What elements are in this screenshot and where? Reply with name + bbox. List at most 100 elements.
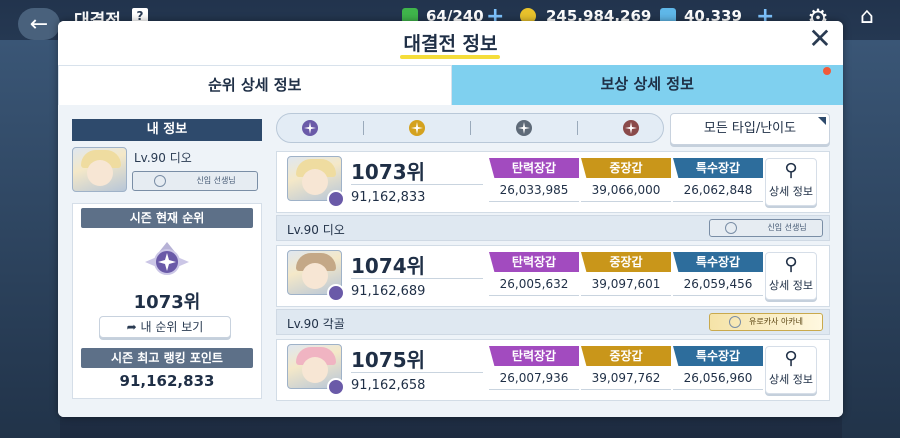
stat-value: 26,062,848 [673, 178, 763, 202]
tab-content: 내 정보 Lv.90 디오 신입 선생님 시즌 현재 순위 1073위 ➦ 내 … [58, 105, 843, 417]
rank-value: 1075위 [351, 348, 426, 372]
detail-button[interactable]: ⚲ 상세 정보 [765, 346, 817, 394]
view-my-rank-button[interactable]: ➦ 내 순위 보기 [99, 316, 231, 338]
search-icon: ⚲ [784, 348, 798, 369]
divider [469, 121, 471, 135]
stat-heavy: 중장갑 39,066,000 [581, 158, 671, 202]
player-level-name: Lv.90 디오 [287, 223, 345, 237]
season-rank-value: 1073위 [133, 292, 201, 313]
rank-emblem-icon [327, 378, 345, 396]
divider [351, 184, 483, 185]
tier-silver-icon[interactable] [512, 116, 536, 140]
back-button[interactable]: ← [18, 8, 60, 40]
stat-elastic: 탄력장갑 26,007,936 [489, 346, 579, 390]
detail-label: 상세 정보 [769, 185, 813, 198]
stat-special: 특수장갑 26,062,848 [673, 158, 763, 202]
season-rank-header: 시즌 현재 순위 [81, 208, 253, 228]
stat-value: 26,007,936 [489, 366, 579, 390]
badge-label: 신입 선생님 [767, 223, 807, 232]
my-level-name: Lv.90 디오 [134, 151, 192, 165]
best-points-header: 시즌 최고 랭킹 포인트 [81, 348, 253, 368]
rank-card: 1073위 91,162,833 탄력장갑 26,033,985 중장갑 39,06… [276, 151, 830, 213]
player-row: Lv.90 각골 유로카사 아카네 [276, 309, 830, 335]
emblem-icon [725, 221, 738, 234]
title-underline [400, 55, 500, 59]
badge-label: 신입 선생님 [196, 176, 236, 185]
stat-value: 26,056,960 [673, 366, 763, 390]
rank-emblem-icon [327, 190, 345, 208]
avatar [72, 147, 127, 192]
badge-label: 유로카사 아카네 [748, 317, 804, 326]
stat-elastic: 탄력장갑 26,005,632 [489, 252, 579, 296]
modal-header: 대결전 정보 ✕ [58, 21, 843, 65]
emblem-icon [154, 174, 167, 187]
rank-emblem-icon [145, 242, 189, 275]
stat-elastic: 탄력장갑 26,033,985 [489, 158, 579, 202]
arrow-left-icon: ← [29, 11, 49, 37]
title-badge: 신입 선생님 [132, 171, 258, 191]
stat-label: 탄력장갑 [489, 252, 579, 272]
share-arrow-icon: ➦ [126, 320, 137, 334]
battle-info-modal: 대결전 정보 ✕ 순위 상세 정보 보상 상세 정보 내 정보 Lv.90 디오… [58, 21, 843, 417]
my-profile-row: Lv.90 디오 신입 선생님 [72, 141, 262, 197]
points-value: 91,162,689 [351, 284, 426, 299]
stat-heavy: 중장갑 39,097,601 [581, 252, 671, 296]
my-info-header: 내 정보 [72, 119, 262, 141]
list-item: 1075위 91,162,658 탄력장갑 26,007,936 중장갑 39,09… [276, 339, 830, 417]
stat-label: 특수장갑 [673, 346, 763, 366]
points-value: 91,162,833 [351, 190, 426, 205]
close-icon: ✕ [808, 22, 832, 55]
divider [351, 278, 483, 279]
stat-value: 26,033,985 [489, 178, 579, 202]
best-points-value: 91,162,833 [119, 372, 215, 390]
detail-button[interactable]: ⚲ 상세 정보 [765, 252, 817, 300]
home-icon[interactable]: ⌂ [852, 4, 882, 32]
stat-label: 중장갑 [581, 252, 671, 272]
stat-special: 특수장갑 26,059,456 [673, 252, 763, 296]
modal-tabs: 순위 상세 정보 보상 상세 정보 [58, 65, 843, 105]
stat-label: 특수장갑 [673, 158, 763, 178]
ranking-list[interactable]: 1073위 91,162,833 탄력장갑 26,033,985 중장갑 39,06… [276, 151, 830, 417]
my-info-panel: 내 정보 Lv.90 디오 신입 선생님 시즌 현재 순위 1073위 ➦ 내 … [72, 119, 262, 399]
stat-value: 39,066,000 [581, 178, 671, 202]
view-my-rank-label: 내 순위 보기 [140, 320, 204, 334]
background-panel-left [0, 40, 60, 438]
close-button[interactable]: ✕ [807, 25, 833, 53]
background-panel-right [842, 40, 900, 438]
tab-reward-detail[interactable]: 보상 상세 정보 [451, 65, 843, 105]
stat-label: 중장갑 [581, 158, 671, 178]
stat-label: 탄력장갑 [489, 158, 579, 178]
rank-value: 1074위 [351, 254, 426, 278]
tier-purple-icon[interactable] [298, 116, 322, 140]
divider [351, 372, 483, 373]
stat-label: 특수장갑 [673, 252, 763, 272]
stat-value: 26,005,632 [489, 272, 579, 296]
search-icon: ⚲ [784, 160, 798, 181]
player-level-name: Lv.90 각골 [287, 317, 345, 331]
rank-card: 1074위 91,162,689 탄력장갑 26,005,632 중장갑 39,09… [276, 245, 830, 307]
dropdown-label: 모든 타입/난이도 [703, 121, 797, 136]
divider [576, 121, 578, 135]
tier-gold-icon[interactable] [405, 116, 429, 140]
stat-heavy: 중장갑 39,097,762 [581, 346, 671, 390]
detail-button[interactable]: ⚲ 상세 정보 [765, 158, 817, 206]
stat-value: 39,097,601 [581, 272, 671, 296]
dropdown-corner-icon [818, 117, 826, 125]
tier-bronze-icon[interactable] [619, 116, 643, 140]
title-badge: 신입 선생님 [709, 219, 823, 237]
stat-label: 탄력장갑 [489, 346, 579, 366]
player-row: Lv.90 디오 신입 선생님 [276, 215, 830, 241]
detail-label: 상세 정보 [769, 373, 813, 386]
detail-label: 상세 정보 [769, 279, 813, 292]
type-difficulty-dropdown[interactable]: 모든 타입/난이도 [670, 113, 830, 145]
rank-emblem-icon [327, 284, 345, 302]
tab-rank-detail[interactable]: 순위 상세 정보 [58, 65, 452, 105]
list-item: 1073위 91,162,833 탄력장갑 26,033,985 중장갑 39,06… [276, 151, 830, 243]
season-rank-box: 시즌 현재 순위 1073위 ➦ 내 순위 보기 시즌 최고 랭킹 포인트 91… [72, 203, 262, 399]
list-item: 1074위 91,162,689 탄력장갑 26,005,632 중장갑 39,09… [276, 245, 830, 337]
points-value: 91,162,658 [351, 378, 426, 393]
modal-title: 대결전 정보 [403, 33, 498, 55]
notification-dot [823, 67, 831, 75]
search-icon: ⚲ [784, 254, 798, 275]
stat-value: 39,097,762 [581, 366, 671, 390]
